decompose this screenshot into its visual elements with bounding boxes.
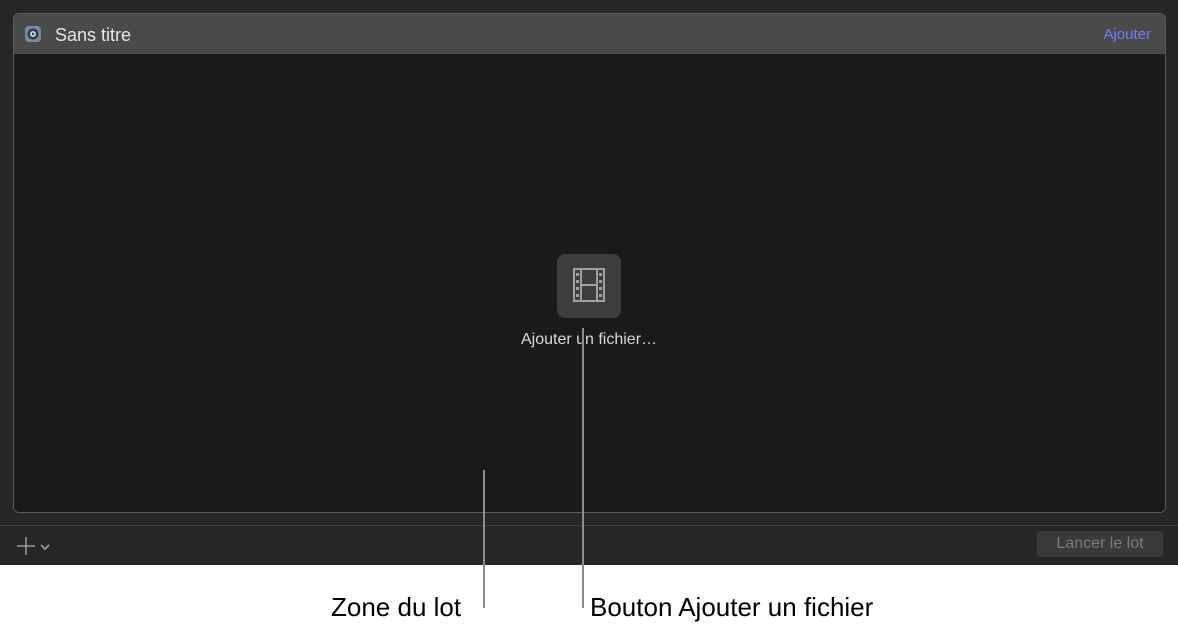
callout-line-zone [483,470,485,608]
batch-drop-zone[interactable]: Ajouter un fichier… [14,54,1165,512]
compressor-window: Sans titre Ajouter Ajouter un fichier… L… [0,0,1178,565]
compressor-app-icon [24,25,42,43]
add-file-label: Ajouter un fichier… [520,331,658,348]
batch-title: Sans titre [55,25,132,45]
add-link[interactable]: Ajouter [1103,26,1151,44]
callout-zone-label: Zone du lot [331,592,462,622]
add-file-button[interactable]: Ajouter un fichier… [514,254,664,359]
callout-line-add-file [582,328,584,608]
batch-header: Sans titre Ajouter [14,14,1165,55]
start-batch-button[interactable]: Lancer le lot [1037,531,1163,557]
bottom-toolbar: Lancer le lot [0,525,1178,565]
batch-panel: Sans titre Ajouter Ajouter un fichier… [13,13,1166,513]
callout-add-file-label: Bouton Ajouter un fichier [590,592,874,622]
plus-chevron-icon[interactable] [14,535,54,557]
film-icon[interactable] [557,254,621,318]
